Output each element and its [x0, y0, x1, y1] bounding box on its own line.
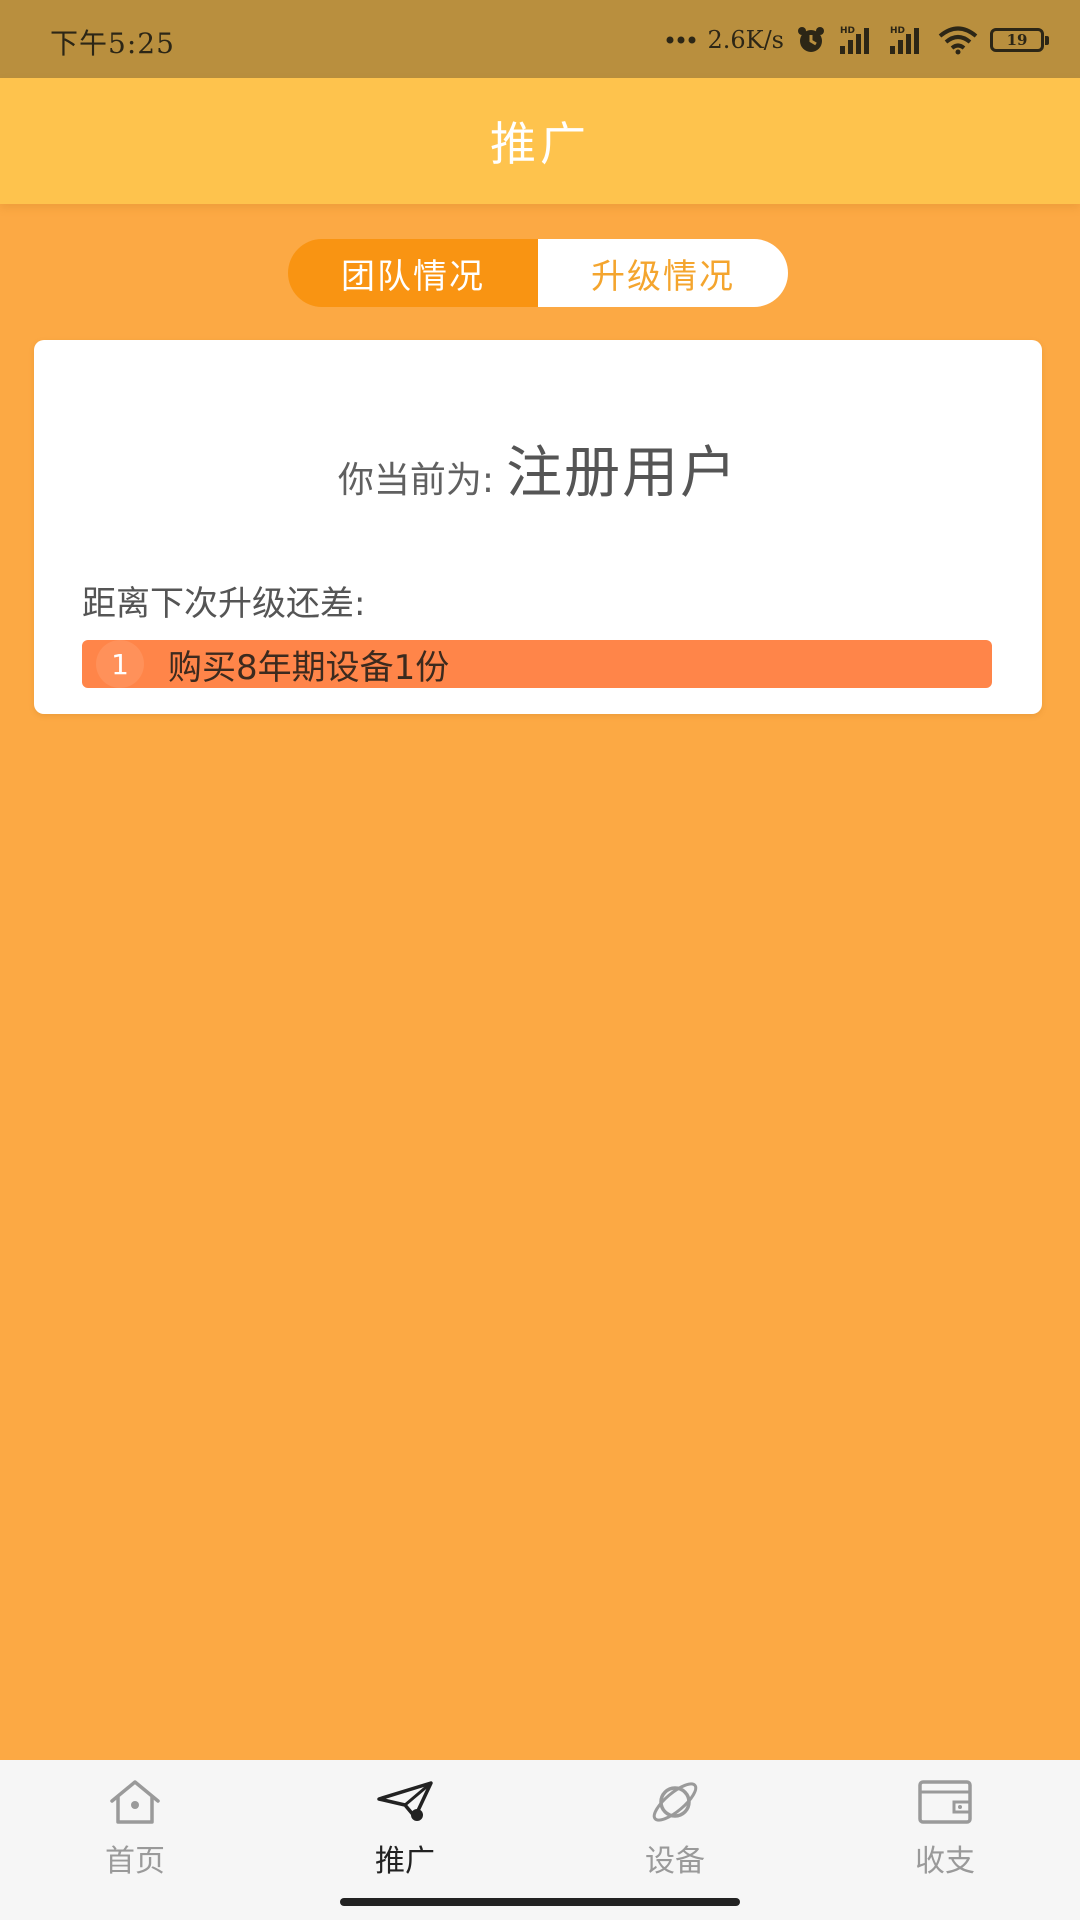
requirement-item: 1 购买8年期设备1份: [82, 640, 992, 688]
nav-item-home[interactable]: 首页: [0, 1760, 270, 1920]
paper-plane-icon: [373, 1774, 437, 1830]
current-level-row: 你当前为: 注册用户: [34, 428, 1042, 509]
status-icons: 2.6K/s HD HD 19: [666, 20, 1049, 60]
battery-icon: 19: [990, 28, 1049, 52]
nav-item-device[interactable]: 设备: [540, 1760, 810, 1920]
more-dots-icon: [666, 35, 696, 45]
status-bar: 下午5:25 2.6K/s HD HD 19: [0, 0, 1080, 78]
tab-upgrade-status[interactable]: 升级情况: [538, 239, 788, 307]
header: 推广: [0, 78, 1080, 204]
wifi-icon: [938, 25, 978, 55]
current-level-value: 注册用户: [506, 441, 739, 506]
requirement-index-badge: 1: [96, 640, 144, 688]
level-card: 你当前为: 注册用户 距离下次升级还差: 1 购买8年期设备1份: [34, 340, 1042, 714]
bottom-nav: 首页 推广 设备 收支: [0, 1760, 1080, 1920]
next-upgrade-label: 距离下次升级还差:: [82, 584, 366, 624]
planet-icon: [643, 1774, 707, 1830]
current-level-label: 你当前为:: [337, 460, 495, 501]
signal-icon-2: HD: [888, 24, 926, 56]
wallet-icon: [913, 1774, 977, 1830]
nav-label-device: 设备: [645, 1844, 705, 1879]
alarm-icon: [796, 25, 826, 55]
signal-icon-1: HD: [838, 24, 876, 56]
signal-label-2: HD: [890, 26, 905, 36]
network-speed: 2.6K/s: [707, 26, 785, 54]
nav-label-finance: 收支: [915, 1844, 975, 1879]
nav-label-home: 首页: [105, 1844, 165, 1879]
battery-level: 19: [1006, 31, 1028, 49]
segmented-tabs: 团队情况 升级情况: [288, 239, 788, 307]
page-title: 推广: [490, 117, 590, 171]
signal-label-1: HD: [840, 26, 855, 36]
nav-label-promote: 推广: [375, 1844, 435, 1879]
requirement-text: 购买8年期设备1份: [168, 647, 450, 688]
nav-item-promote[interactable]: 推广: [270, 1760, 540, 1920]
home-icon: [103, 1774, 167, 1830]
nav-item-finance[interactable]: 收支: [810, 1760, 1080, 1920]
status-time: 下午5:25: [50, 27, 175, 60]
home-indicator[interactable]: [340, 1898, 740, 1906]
tab-team-status[interactable]: 团队情况: [288, 239, 538, 307]
